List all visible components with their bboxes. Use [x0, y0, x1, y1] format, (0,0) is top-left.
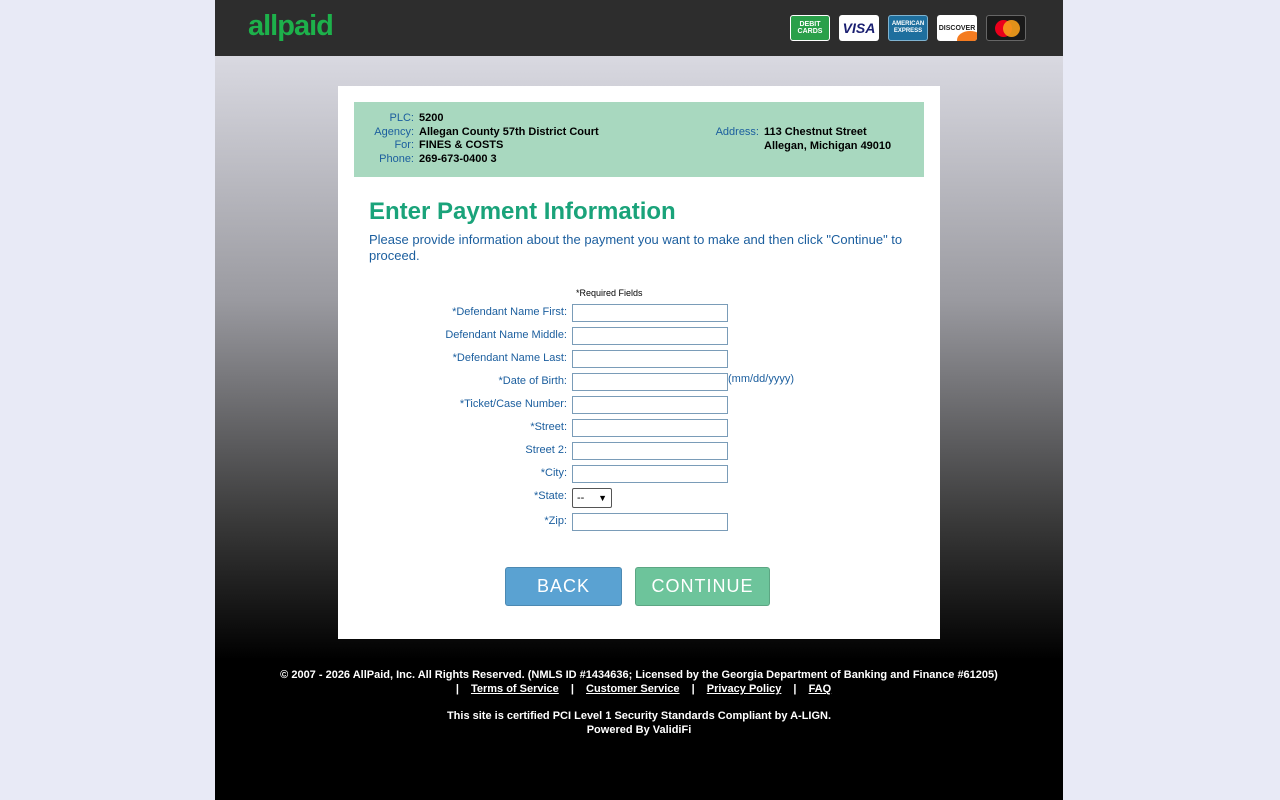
visa-card-icon: VISA — [839, 15, 879, 41]
phone-row: Phone: 269-673-0400 3 — [379, 153, 497, 165]
page-title: Enter Payment Information — [369, 198, 676, 225]
ticket-row: *Ticket/Case Number: — [338, 396, 940, 415]
address-row: Address: 113 Chestnut Street Allegan, Mi… — [715, 126, 892, 152]
back-button[interactable]: BACK — [505, 567, 622, 606]
zip-input[interactable] — [572, 513, 728, 531]
dob-input[interactable] — [572, 373, 728, 391]
state-row: *State: -- ▼ — [338, 488, 940, 508]
privacy-policy-link[interactable]: Privacy Policy — [707, 683, 782, 695]
allpaid-logo[interactable]: allpaid — [248, 10, 334, 43]
street2-row: Street 2: — [338, 442, 940, 461]
terms-of-service-link[interactable]: Terms of Service — [471, 683, 559, 695]
faq-link[interactable]: FAQ — [809, 683, 832, 695]
continue-button[interactable]: CONTINUE — [635, 567, 770, 606]
powered-by-text: Powered By ValidiFi — [586, 724, 692, 736]
required-fields-note: *Required Fields — [576, 288, 643, 298]
page: allpaid DEBIT CARDS VISA AMERICAN EXPRES… — [215, 0, 1063, 800]
agency-row: Agency: Allegan County 57th District Cou… — [374, 126, 599, 138]
agency-info-box: PLC: 5200 Agency: Allegan County 57th Di… — [354, 102, 924, 177]
dob-format-hint: (mm/dd/yyyy) — [728, 373, 794, 385]
last-name-row: *Defendant Name Last: — [338, 350, 940, 369]
header-bar: allpaid DEBIT CARDS VISA AMERICAN EXPRES… — [215, 0, 1063, 56]
footer: © 2007 - 2026 AllPaid, Inc. All Rights R… — [215, 668, 1063, 737]
zip-row: *Zip: — [338, 513, 940, 532]
chevron-down-icon: ▼ — [598, 493, 607, 503]
street2-input[interactable] — [572, 442, 728, 460]
for-row: For: FINES & COSTS — [394, 139, 504, 151]
discover-card-icon: DISCOVER — [937, 15, 977, 41]
state-select[interactable]: -- ▼ — [572, 488, 612, 508]
middle-name-row: Defendant Name Middle: — [338, 327, 940, 346]
first-name-row: *Defendant Name First: — [338, 304, 940, 323]
amex-card-icon: AMERICAN EXPRESS — [888, 15, 928, 41]
street-input[interactable] — [572, 419, 728, 437]
pci-text: This site is certified PCI Level 1 Secur… — [446, 710, 832, 722]
city-input[interactable] — [572, 465, 728, 483]
city-row: *City: — [338, 465, 940, 484]
accepted-cards: DEBIT CARDS VISA AMERICAN EXPRESS DISCOV… — [790, 15, 1026, 41]
first-name-input[interactable] — [572, 304, 728, 322]
last-name-input[interactable] — [572, 350, 728, 368]
footer-links: | Terms of Service | Customer Service | … — [455, 683, 832, 695]
street-row: *Street: — [338, 419, 940, 438]
middle-name-input[interactable] — [572, 327, 728, 345]
dob-row: *Date of Birth: (mm/dd/yyyy) — [338, 373, 940, 392]
payment-panel: PLC: 5200 Agency: Allegan County 57th Di… — [338, 86, 940, 639]
mastercard-icon — [986, 15, 1026, 41]
copyright-text: © 2007 - 2026 AllPaid, Inc. All Rights R… — [280, 669, 998, 681]
plc-row: PLC: 5200 — [389, 112, 444, 124]
customer-service-link[interactable]: Customer Service — [586, 683, 680, 695]
page-description: Please provide information about the pay… — [369, 232, 903, 263]
ticket-case-input[interactable] — [572, 396, 728, 414]
debit-card-icon: DEBIT CARDS — [790, 15, 830, 41]
